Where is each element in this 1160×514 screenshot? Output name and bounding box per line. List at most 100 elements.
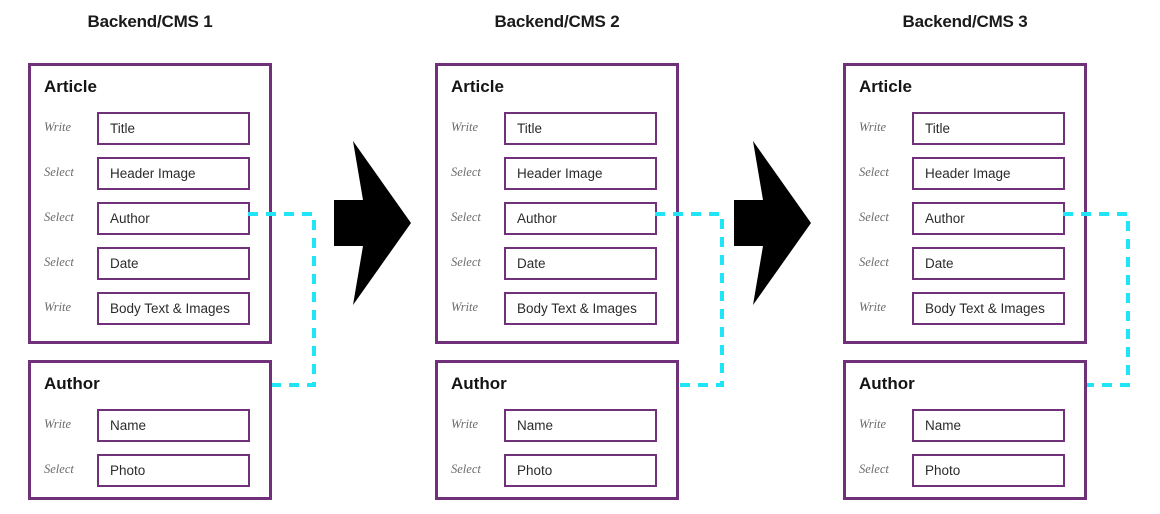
field-row: Select Header Image	[846, 157, 1084, 190]
content-type-card-article: Article Write Title Select Header Image Selec…	[28, 63, 272, 344]
field-box[interactable]: Date	[97, 247, 250, 280]
field-action-label: Select	[451, 255, 481, 269]
field-row: Write Title	[846, 112, 1084, 145]
field-row: Select Author	[846, 202, 1084, 235]
field-row: Write Body Text & Images	[31, 292, 269, 325]
column-title: Backend/CMS 2	[494, 12, 620, 31]
field-name: Header Image	[517, 166, 603, 181]
field-row: Select Header Image	[31, 157, 269, 190]
field-name: Date	[517, 256, 546, 271]
field-action-label: Write	[44, 300, 72, 314]
field-row: Select Author	[438, 202, 676, 235]
field-box[interactable]: Title	[97, 112, 250, 145]
field-action-label: Select	[859, 255, 889, 269]
field-row: Select Photo	[438, 454, 676, 487]
cms-relationship-diagram: Backend/CMS 1 Article Write Title Select Head…	[0, 0, 1160, 514]
field-action-label: Select	[451, 210, 481, 224]
field-action-label: Select	[451, 165, 481, 179]
field-row: Select Date	[31, 247, 269, 280]
field-name: Author	[517, 211, 557, 226]
field-name: Name	[110, 418, 147, 433]
field-box[interactable]: Header Image	[97, 157, 250, 190]
field-name: Header Image	[110, 166, 196, 181]
field-box[interactable]: Date	[912, 247, 1065, 280]
field-action-label: Select	[859, 165, 889, 179]
field-name: Body Text & Images	[517, 301, 637, 316]
field-box[interactable]: Photo	[504, 454, 657, 487]
content-type-card-author: Author Write Name Select Photo	[28, 360, 272, 500]
cms-column-3: Backend/CMS 3 Article Write Title Select Head…	[815, 0, 1135, 514]
column-title: Backend/CMS 1	[87, 12, 213, 31]
content-type-card-author: Author Write Name Select Photo	[843, 360, 1087, 500]
field-action-label: Select	[44, 255, 74, 269]
field-box[interactable]: Name	[504, 409, 657, 442]
field-box[interactable]: Header Image	[912, 157, 1065, 190]
field-row: Select Photo	[31, 454, 269, 487]
field-name: Header Image	[925, 166, 1011, 181]
field-row: Write Name	[438, 409, 676, 442]
content-type-card-article: Article Write Title Select Header Image Selec…	[843, 63, 1087, 344]
field-action-label: Write	[451, 120, 479, 134]
field-action-label: Write	[451, 300, 479, 314]
field-action-label: Write	[451, 417, 479, 431]
field-name: Author	[110, 211, 150, 226]
column-title: Backend/CMS 3	[902, 12, 1028, 31]
field-name: Photo	[517, 463, 553, 478]
field-box[interactable]: Photo	[912, 454, 1065, 487]
card-heading: Article	[44, 77, 97, 96]
card-heading: Author	[451, 374, 507, 393]
content-type-card-article: Article Write Title Select Header Image Selec…	[435, 63, 679, 344]
field-name: Body Text & Images	[925, 301, 1045, 316]
field-action-label: Select	[859, 210, 889, 224]
field-action-label: Select	[451, 462, 481, 476]
cms-column-2: Backend/CMS 2 Article Write Title Select Head…	[407, 0, 727, 514]
flow-arrow-2-to-3	[734, 141, 811, 305]
card-heading: Article	[859, 77, 912, 96]
field-box[interactable]: Date	[504, 247, 657, 280]
cms-column-1: Backend/CMS 1 Article Write Title Select Head…	[0, 0, 320, 514]
field-name: Date	[110, 256, 139, 271]
card-heading: Author	[859, 374, 915, 393]
field-row: Write Title	[438, 112, 676, 145]
field-box[interactable]: Title	[912, 112, 1065, 145]
field-row: Select Photo	[846, 454, 1084, 487]
field-name: Title	[517, 121, 543, 136]
field-action-label: Select	[44, 462, 74, 476]
field-action-label: Select	[859, 462, 889, 476]
field-box[interactable]: Author	[97, 202, 250, 235]
field-name: Name	[517, 418, 554, 433]
field-name: Title	[110, 121, 136, 136]
card-heading: Article	[451, 77, 504, 96]
field-row: Write Body Text & Images	[438, 292, 676, 325]
field-action-label: Select	[44, 210, 74, 224]
flow-arrow-1-to-2	[334, 141, 411, 305]
field-box[interactable]: Title	[504, 112, 657, 145]
field-row: Select Header Image	[438, 157, 676, 190]
field-row: Select Author	[31, 202, 269, 235]
field-box[interactable]: Name	[97, 409, 250, 442]
field-action-label: Select	[44, 165, 74, 179]
field-box[interactable]: Photo	[97, 454, 250, 487]
field-name: Date	[925, 256, 954, 271]
field-box[interactable]: Body Text & Images	[97, 292, 250, 325]
field-row: Write Body Text & Images	[846, 292, 1084, 325]
field-action-label: Write	[44, 417, 72, 431]
field-row: Write Name	[31, 409, 269, 442]
field-action-label: Write	[859, 300, 887, 314]
field-name: Name	[925, 418, 962, 433]
card-heading: Author	[44, 374, 100, 393]
field-action-label: Write	[859, 417, 887, 431]
field-box[interactable]: Body Text & Images	[504, 292, 657, 325]
field-row: Write Name	[846, 409, 1084, 442]
field-row: Select Date	[438, 247, 676, 280]
field-box[interactable]: Header Image	[504, 157, 657, 190]
field-row: Write Title	[31, 112, 269, 145]
content-type-card-author: Author Write Name Select Photo	[435, 360, 679, 500]
field-box[interactable]: Author	[504, 202, 657, 235]
field-name: Photo	[925, 463, 961, 478]
field-name: Photo	[110, 463, 146, 478]
field-box[interactable]: Name	[912, 409, 1065, 442]
field-action-label: Write	[859, 120, 887, 134]
field-box[interactable]: Author	[912, 202, 1065, 235]
field-box[interactable]: Body Text & Images	[912, 292, 1065, 325]
